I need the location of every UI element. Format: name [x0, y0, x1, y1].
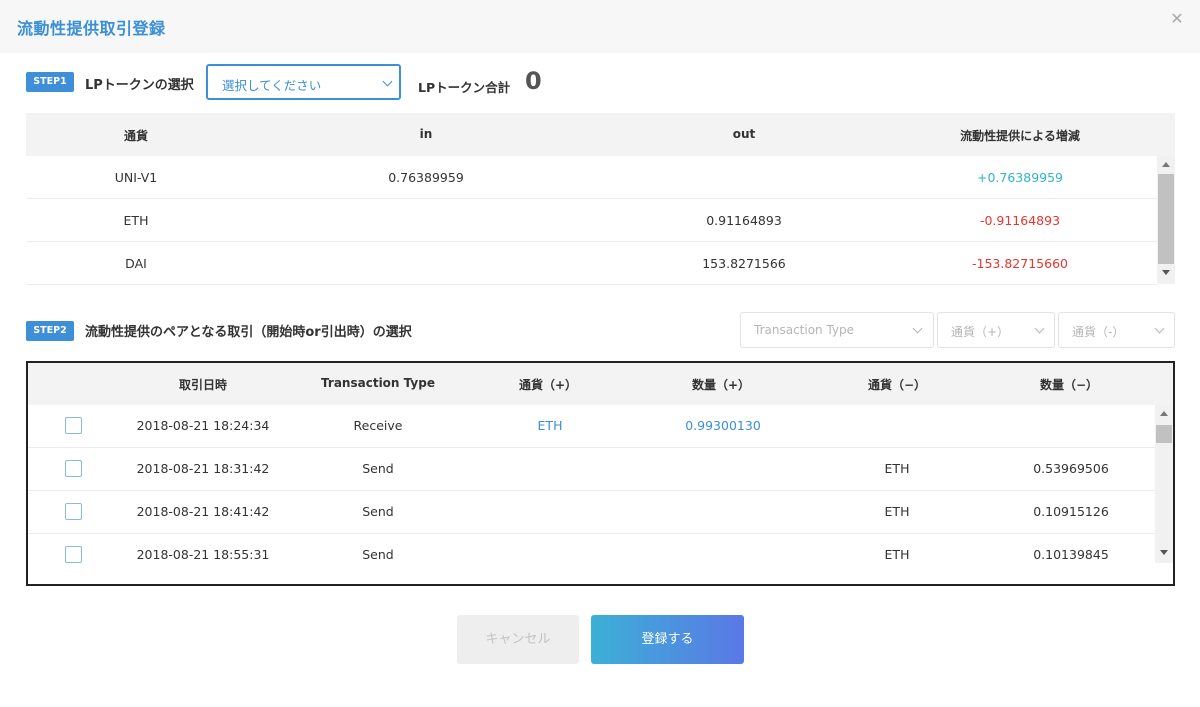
- step1-label: LPトークンの選択: [85, 78, 194, 93]
- table-row[interactable]: 2018-08-21 18:31:42 Send ETH 0.53969506: [28, 448, 1156, 491]
- close-icon[interactable]: ✕: [1168, 10, 1186, 28]
- cell-amount-plus: 0.99300130: [685, 418, 761, 433]
- cancel-button[interactable]: キャンセル: [457, 615, 579, 664]
- cell-currency: UNI-V1: [114, 170, 158, 185]
- table-row: DAI 153.8271566 -153.82715660: [26, 242, 1157, 285]
- lp-token-select-placeholder: 選択してください: [222, 78, 322, 93]
- cell-currency-minus: ETH: [884, 504, 910, 519]
- row-checkbox[interactable]: [65, 460, 82, 477]
- scroll-down-icon[interactable]: [1162, 270, 1170, 275]
- submit-button[interactable]: 登録する: [591, 615, 744, 664]
- cell-type: Send: [362, 461, 394, 476]
- filter-placeholder: Transaction Type: [754, 323, 855, 337]
- header-change: 流動性提供による増減: [960, 129, 1080, 143]
- chevron-down-icon: [1154, 323, 1165, 334]
- lp-total-value: 0: [525, 67, 542, 95]
- transaction-type-filter[interactable]: Transaction Type: [740, 312, 934, 348]
- table-row[interactable]: 2018-08-21 18:24:34 Receive ETH 0.993001…: [28, 405, 1156, 448]
- lp-token-select[interactable]: 選択してください: [206, 64, 401, 100]
- cell-datetime: 2018-08-21 18:41:42: [136, 504, 270, 519]
- header-currency-plus: 通貨（+）: [518, 378, 578, 392]
- cell-amount-minus: 0.10139845: [1033, 547, 1109, 562]
- row-checkbox[interactable]: [65, 546, 82, 563]
- header-datetime: 取引日時: [178, 378, 227, 392]
- modal-header: 流動性提供取引登録 ✕: [0, 0, 1200, 53]
- step1-badge: STEP1: [26, 72, 74, 92]
- lp-currency-table: 通貨 in out 流動性提供による増減 UNI-V1 0.76389959 +…: [26, 113, 1175, 285]
- table-row[interactable]: 2018-08-21 18:41:42 Send ETH 0.10915126: [28, 491, 1156, 534]
- scroll-thumb[interactable]: [1156, 425, 1172, 443]
- currency-plus-filter[interactable]: 通貨（+）: [937, 312, 1055, 348]
- cell-out: 153.8271566: [702, 256, 786, 271]
- cell-datetime: 2018-08-21 18:24:34: [136, 418, 270, 433]
- cell-type: Receive: [353, 418, 403, 433]
- header-type: Transaction Type: [321, 376, 435, 390]
- header-currency-minus: 通貨（−）: [867, 378, 927, 392]
- lp-total-label: LPトークン合計: [418, 80, 511, 95]
- cell-amount-minus: 0.53969506: [1033, 461, 1109, 476]
- cell-datetime: 2018-08-21 18:55:31: [136, 547, 270, 562]
- table-header: 通貨 in out 流動性提供による増減: [26, 113, 1175, 156]
- chevron-down-icon: [382, 76, 393, 87]
- row-checkbox[interactable]: [65, 503, 82, 520]
- header-amount-minus: 数量（−）: [1039, 378, 1099, 392]
- scroll-up-icon[interactable]: [1162, 162, 1170, 167]
- modal-title: 流動性提供取引登録: [17, 19, 166, 38]
- cell-datetime: 2018-08-21 18:31:42: [136, 461, 270, 476]
- chevron-down-icon: [1034, 323, 1045, 334]
- cell-type: Send: [362, 504, 394, 519]
- step2-badge: STEP2: [26, 321, 74, 341]
- cell-in: 0.76389959: [388, 170, 464, 185]
- table-row[interactable]: 2018-08-21 18:55:31 Send ETH 0.10139845: [28, 534, 1156, 577]
- scroll-down-icon[interactable]: [1160, 550, 1168, 555]
- header-in: in: [419, 127, 433, 141]
- scroll-up-icon[interactable]: [1160, 411, 1168, 416]
- header-amount-plus: 数量（+）: [691, 378, 751, 392]
- cell-currency-plus: ETH: [537, 418, 563, 433]
- cell-currency-minus: ETH: [884, 547, 910, 562]
- header-currency: 通貨: [123, 129, 148, 143]
- table-row: UNI-V1 0.76389959 +0.76389959: [26, 156, 1157, 199]
- header-out: out: [732, 127, 756, 141]
- cell-currency: ETH: [123, 213, 149, 228]
- cell-currency-minus: ETH: [884, 461, 910, 476]
- chevron-down-icon: [912, 323, 923, 334]
- table-row: ETH 0.91164893 -0.91164893: [26, 199, 1157, 242]
- row-checkbox[interactable]: [65, 417, 82, 434]
- cell-amount-minus: 0.10915126: [1033, 504, 1109, 519]
- cell-change: +0.76389959: [976, 170, 1064, 185]
- transaction-table: 取引日時 Transaction Type 通貨（+） 数量（+） 通貨（−） …: [26, 361, 1175, 586]
- cell-change: -153.82715660: [972, 256, 1068, 271]
- currency-minus-filter[interactable]: 通貨（-）: [1058, 312, 1175, 348]
- table2-scrollbar[interactable]: [1155, 405, 1173, 563]
- filter-placeholder: 通貨（-）: [1072, 325, 1125, 339]
- filter-placeholder: 通貨（+）: [951, 325, 1010, 339]
- scroll-thumb[interactable]: [1158, 174, 1174, 264]
- cell-type: Send: [362, 547, 394, 562]
- table1-scrollbar[interactable]: [1157, 156, 1175, 284]
- table-header: 取引日時 Transaction Type 通貨（+） 数量（+） 通貨（−） …: [28, 363, 1173, 405]
- step2-label: 流動性提供のペアとなる取引（開始時or引出時）の選択: [85, 325, 412, 340]
- cell-currency: DAI: [125, 256, 147, 271]
- cell-change: -0.91164893: [979, 213, 1061, 228]
- cell-out: 0.91164893: [706, 213, 782, 228]
